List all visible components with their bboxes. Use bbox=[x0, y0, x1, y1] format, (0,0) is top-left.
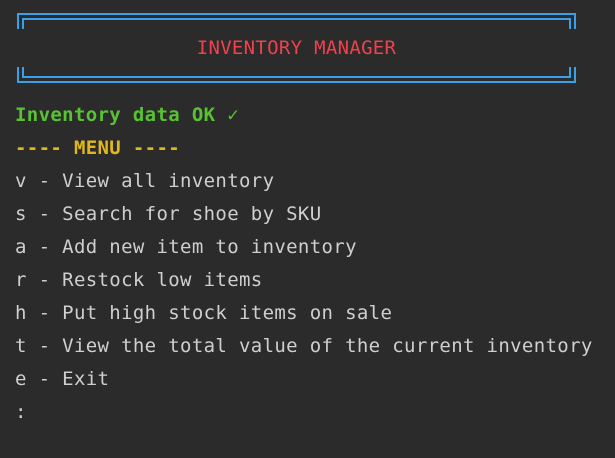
menu-item-sale: h - Put high stock items on sale bbox=[15, 302, 393, 324]
menu-header: ---- MENU ---- bbox=[15, 137, 181, 159]
menu-item-exit: e - Exit bbox=[15, 368, 110, 390]
menu-item-add-item: a - Add new item to inventory bbox=[15, 236, 357, 258]
terminal-window[interactable]: INVENTORY MANAGER Inventory data OK ✓ --… bbox=[0, 0, 615, 458]
menu-item-search-sku: s - Search for shoe by SKU bbox=[15, 203, 322, 225]
title-banner: INVENTORY MANAGER bbox=[17, 13, 576, 83]
status-message: Inventory data OK ✓ bbox=[15, 104, 239, 126]
input-prompt[interactable]: : bbox=[15, 399, 27, 425]
menu-item-view-all: v - View all inventory bbox=[15, 170, 275, 192]
menu-item-restock: r - Restock low items bbox=[15, 269, 263, 291]
app-title: INVENTORY MANAGER bbox=[196, 37, 397, 59]
menu-item-total-value: t - View the total value of the current … bbox=[15, 335, 593, 357]
